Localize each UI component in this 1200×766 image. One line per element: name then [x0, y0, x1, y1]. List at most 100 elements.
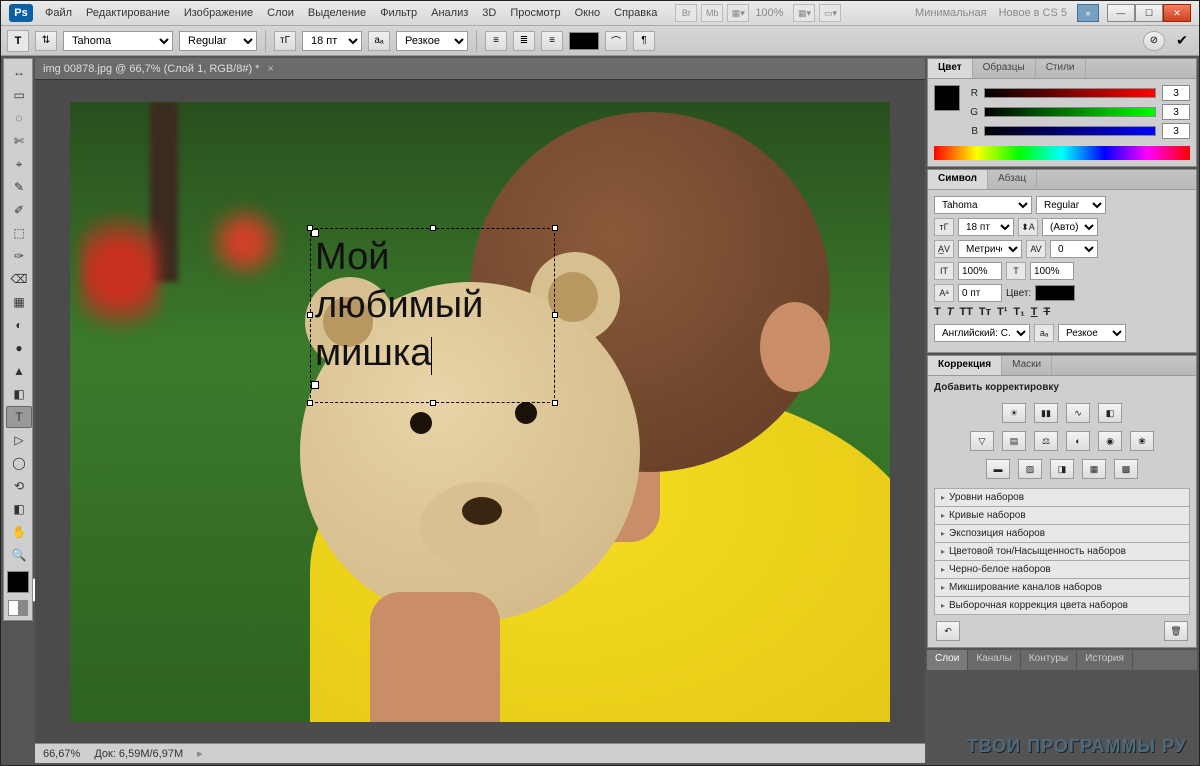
huesat-icon[interactable]: ▤ — [1002, 431, 1026, 451]
tab-channels[interactable]: Каналы — [968, 650, 1021, 670]
exposure-icon[interactable]: ◧ — [1098, 403, 1122, 423]
r-value[interactable] — [1162, 85, 1190, 101]
arrange-docs-icon[interactable]: ▦▾ — [793, 4, 815, 22]
fg-bg-swatch[interactable] — [7, 571, 29, 593]
char-tracking[interactable]: 0 — [1050, 240, 1098, 258]
faux-bold-icon[interactable]: T — [934, 306, 941, 318]
preset-levels[interactable]: Уровни наборов — [934, 488, 1190, 507]
r-slider[interactable] — [984, 88, 1156, 98]
g-value[interactable] — [1162, 104, 1190, 120]
brush-tool[interactable]: ⬚ — [6, 222, 32, 244]
return-adjust-icon[interactable]: ↶ — [936, 621, 960, 641]
vibrance-icon[interactable]: ▽ — [970, 431, 994, 451]
3d-camera-tool[interactable]: ◧ — [6, 498, 32, 520]
quickmask-icon[interactable] — [8, 600, 28, 616]
trash-adjust-icon[interactable]: 🗑 — [1164, 621, 1188, 641]
workspace-news[interactable]: Новое в CS 5 — [999, 7, 1067, 19]
menu-view[interactable]: Просмотр — [510, 7, 560, 19]
aa-select[interactable]: Резкое — [396, 31, 468, 51]
history-brush-tool[interactable]: ⌫ — [6, 268, 32, 290]
workspace-minimal[interactable]: Минимальная — [915, 7, 987, 19]
channelmix-icon[interactable]: ❀ — [1130, 431, 1154, 451]
maximize-button[interactable]: ☐ — [1135, 4, 1163, 22]
char-hscale[interactable] — [1030, 262, 1074, 280]
align-left-icon[interactable]: ≡ — [485, 31, 507, 51]
char-font-size[interactable]: 18 пт — [958, 218, 1014, 236]
tab-adjustments[interactable]: Коррекция — [928, 356, 1002, 375]
font-style-select[interactable]: Regular — [179, 31, 257, 51]
text-color-swatch[interactable] — [569, 32, 599, 50]
text-tool-preset-icon[interactable]: T — [7, 30, 29, 52]
gradient-tool[interactable]: ◐ — [6, 314, 32, 336]
text-orientation-icon[interactable]: ⇅ — [35, 31, 57, 51]
lasso-tool[interactable]: ◌ — [6, 107, 32, 129]
underline-icon[interactable]: T — [1031, 306, 1038, 318]
char-panel-icon[interactable]: ¶ — [633, 31, 655, 51]
preset-channelmix[interactable]: Микширование каналов наборов — [934, 578, 1190, 597]
align-right-icon[interactable]: ≡ — [541, 31, 563, 51]
warp-text-icon[interactable]: ⌒ — [605, 31, 627, 51]
pen-tool[interactable]: ◧ — [6, 383, 32, 405]
doc-close-icon[interactable]: × — [267, 63, 273, 75]
menu-layers[interactable]: Слои — [267, 7, 294, 19]
crop-tool[interactable]: ⌖ — [6, 153, 32, 175]
menu-filter[interactable]: Фильтр — [380, 7, 417, 19]
tab-styles[interactable]: Стили — [1036, 59, 1086, 78]
gradmap-icon[interactable]: ▦ — [1082, 459, 1106, 479]
tab-layers[interactable]: Слои — [927, 650, 968, 670]
colorbalance-icon[interactable]: ⚖ — [1034, 431, 1058, 451]
stamp-tool[interactable]: ✑ — [6, 245, 32, 267]
type-tool[interactable]: T — [6, 406, 32, 428]
marquee-tool[interactable]: ▭ — [6, 84, 32, 106]
menu-3d[interactable]: 3D — [482, 7, 496, 19]
eyedropper-tool[interactable]: ✎ — [6, 176, 32, 198]
char-vscale[interactable] — [958, 262, 1002, 280]
shape-tool[interactable]: ◯ — [6, 452, 32, 474]
char-language[interactable]: Английский: С... — [934, 324, 1030, 342]
menu-file[interactable]: Файл — [45, 7, 72, 19]
text-layer-content[interactable]: Мой любимый мишка — [311, 229, 554, 381]
menu-image[interactable]: Изображение — [184, 7, 253, 19]
screen-mode-icon[interactable]: ▭▾ — [819, 4, 841, 22]
canvas-viewport[interactable]: Мой любимый мишка — [35, 80, 925, 743]
menu-help[interactable]: Справка — [614, 7, 657, 19]
launch-bridge-icon[interactable]: Br — [675, 4, 697, 22]
superscript-icon[interactable]: T¹ — [997, 306, 1007, 318]
dodge-tool[interactable]: ▲ — [6, 360, 32, 382]
commit-text-icon[interactable]: ✔ — [1171, 31, 1193, 51]
menu-window[interactable]: Окно — [575, 7, 601, 19]
b-slider[interactable] — [984, 126, 1156, 136]
subscript-icon[interactable]: T₁ — [1013, 306, 1024, 318]
text-bounding-box[interactable]: Мой любимый мишка — [310, 228, 555, 403]
path-select-tool[interactable]: ▷ — [6, 429, 32, 451]
char-font-style[interactable]: Regular — [1036, 196, 1106, 214]
brightness-icon[interactable]: ☀ — [1002, 403, 1026, 423]
invert-icon[interactable]: ▬ — [986, 459, 1010, 479]
preset-curves[interactable]: Кривые наборов — [934, 506, 1190, 525]
tab-masks[interactable]: Маски — [1002, 356, 1052, 375]
blur-tool[interactable]: ● — [6, 337, 32, 359]
char-leading[interactable]: (Авто) — [1042, 218, 1098, 236]
char-baseline[interactable] — [958, 284, 1002, 302]
menu-analysis[interactable]: Анализ — [431, 7, 468, 19]
tab-character[interactable]: Символ — [928, 170, 988, 189]
status-zoom[interactable]: 66,67% — [43, 748, 80, 760]
align-center-icon[interactable]: ≣ — [513, 31, 535, 51]
threshold-icon[interactable]: ◨ — [1050, 459, 1074, 479]
workspace-more-icon[interactable]: » — [1077, 4, 1099, 22]
posterize-icon[interactable]: ▨ — [1018, 459, 1042, 479]
font-size-select[interactable]: 18 пт — [302, 31, 362, 51]
allcaps-icon[interactable]: TT — [959, 306, 972, 318]
spectrum-ramp[interactable] — [934, 146, 1190, 160]
char-kerning[interactable]: Метричес — [958, 240, 1022, 258]
font-family-select[interactable]: Tahoma — [63, 31, 173, 51]
strike-icon[interactable]: T — [1043, 306, 1050, 318]
selective-icon[interactable]: ▩ — [1114, 459, 1138, 479]
menu-edit[interactable]: Редактирование — [86, 7, 170, 19]
bw-icon[interactable]: ◐ — [1066, 431, 1090, 451]
char-font-family[interactable]: Tahoma — [934, 196, 1032, 214]
healing-tool[interactable]: ✐ — [6, 199, 32, 221]
tab-paragraph[interactable]: Абзац — [988, 170, 1037, 189]
document-tab[interactable]: img 00878.jpg @ 66,7% (Слой 1, RGB/8#) *… — [35, 58, 925, 80]
cancel-text-icon[interactable]: ⊘ — [1143, 31, 1165, 51]
